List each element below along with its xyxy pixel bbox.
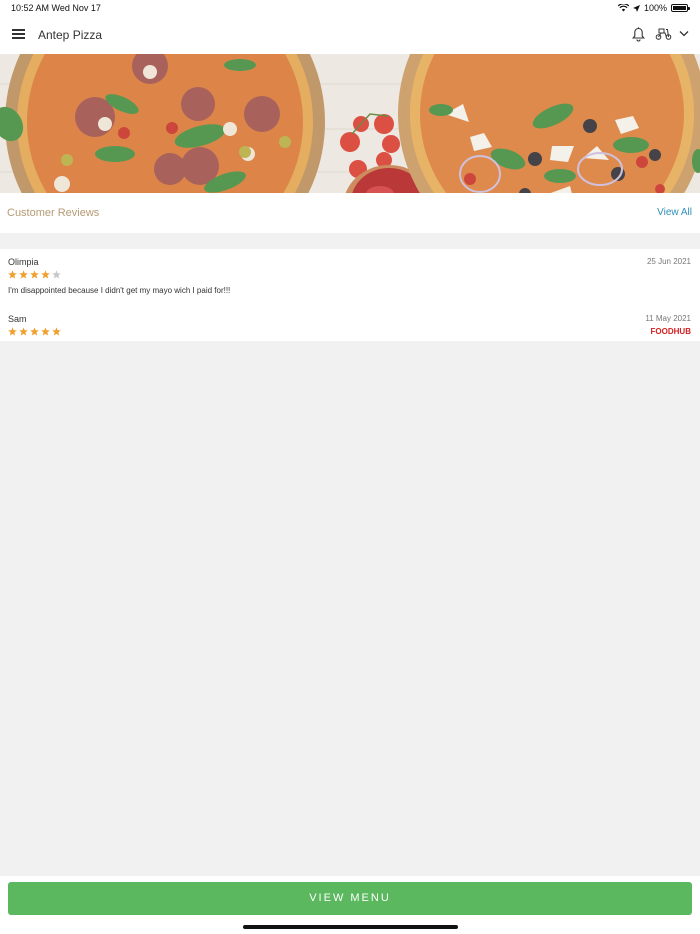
status-bar: 10:52 AM Wed Nov 17 100% xyxy=(0,0,700,16)
status-time: 10:52 AM Wed Nov 17 xyxy=(11,3,101,13)
review-date: 25 Jun 2021 xyxy=(646,257,691,266)
status-right: 100% xyxy=(617,3,690,13)
pizza-banner-illustration xyxy=(0,54,700,193)
star-filled-icon xyxy=(30,327,39,336)
reviewer-name: Sam xyxy=(8,314,27,324)
reviewer-name: Olimpia xyxy=(8,257,39,267)
chevron-down-icon[interactable] xyxy=(679,30,689,37)
view-all-reviews-link[interactable]: View All xyxy=(657,207,692,218)
bell-icon[interactable] xyxy=(632,27,645,42)
bottom-bar: VIEW MENU xyxy=(0,876,700,934)
star-filled-icon xyxy=(8,327,17,336)
view-menu-button[interactable]: VIEW MENU xyxy=(8,882,692,915)
star-filled-icon xyxy=(41,327,50,336)
reviews-header: Customer Reviews View All xyxy=(0,193,700,233)
star-filled-icon xyxy=(30,270,39,279)
restaurant-title: Antep Pizza xyxy=(38,28,103,42)
star-filled-icon xyxy=(52,327,61,336)
review-item: Sam 11 May 2021 FOODHUB xyxy=(0,305,700,341)
status-date: Wed Nov 17 xyxy=(51,3,101,13)
banner-image xyxy=(0,54,700,193)
battery-icon xyxy=(671,4,690,12)
star-rating xyxy=(8,270,61,279)
battery-percent: 100% xyxy=(643,3,667,13)
review-item: Olimpia 25 Jun 2021 I'm disappointed bec… xyxy=(0,249,700,305)
location-arrow-icon xyxy=(632,4,640,12)
scooter-icon[interactable] xyxy=(655,28,672,40)
menu-icon[interactable] xyxy=(12,29,25,39)
reviews-list: Olimpia 25 Jun 2021 I'm disappointed bec… xyxy=(0,249,700,341)
star-filled-icon xyxy=(19,327,28,336)
nav-bar: Antep Pizza xyxy=(0,16,700,54)
foodhub-logo: FOODHUB xyxy=(650,327,691,336)
reviews-section-title: Customer Reviews xyxy=(7,207,100,219)
review-comment: I'm disappointed because I didn't get my… xyxy=(8,286,231,295)
home-indicator[interactable] xyxy=(243,925,458,929)
star-rating xyxy=(8,327,61,336)
star-empty-icon xyxy=(52,270,61,279)
wifi-icon xyxy=(617,4,629,12)
star-filled-icon xyxy=(41,270,50,279)
review-date: 11 May 2021 xyxy=(645,314,691,323)
star-filled-icon xyxy=(19,270,28,279)
star-filled-icon xyxy=(8,270,17,279)
